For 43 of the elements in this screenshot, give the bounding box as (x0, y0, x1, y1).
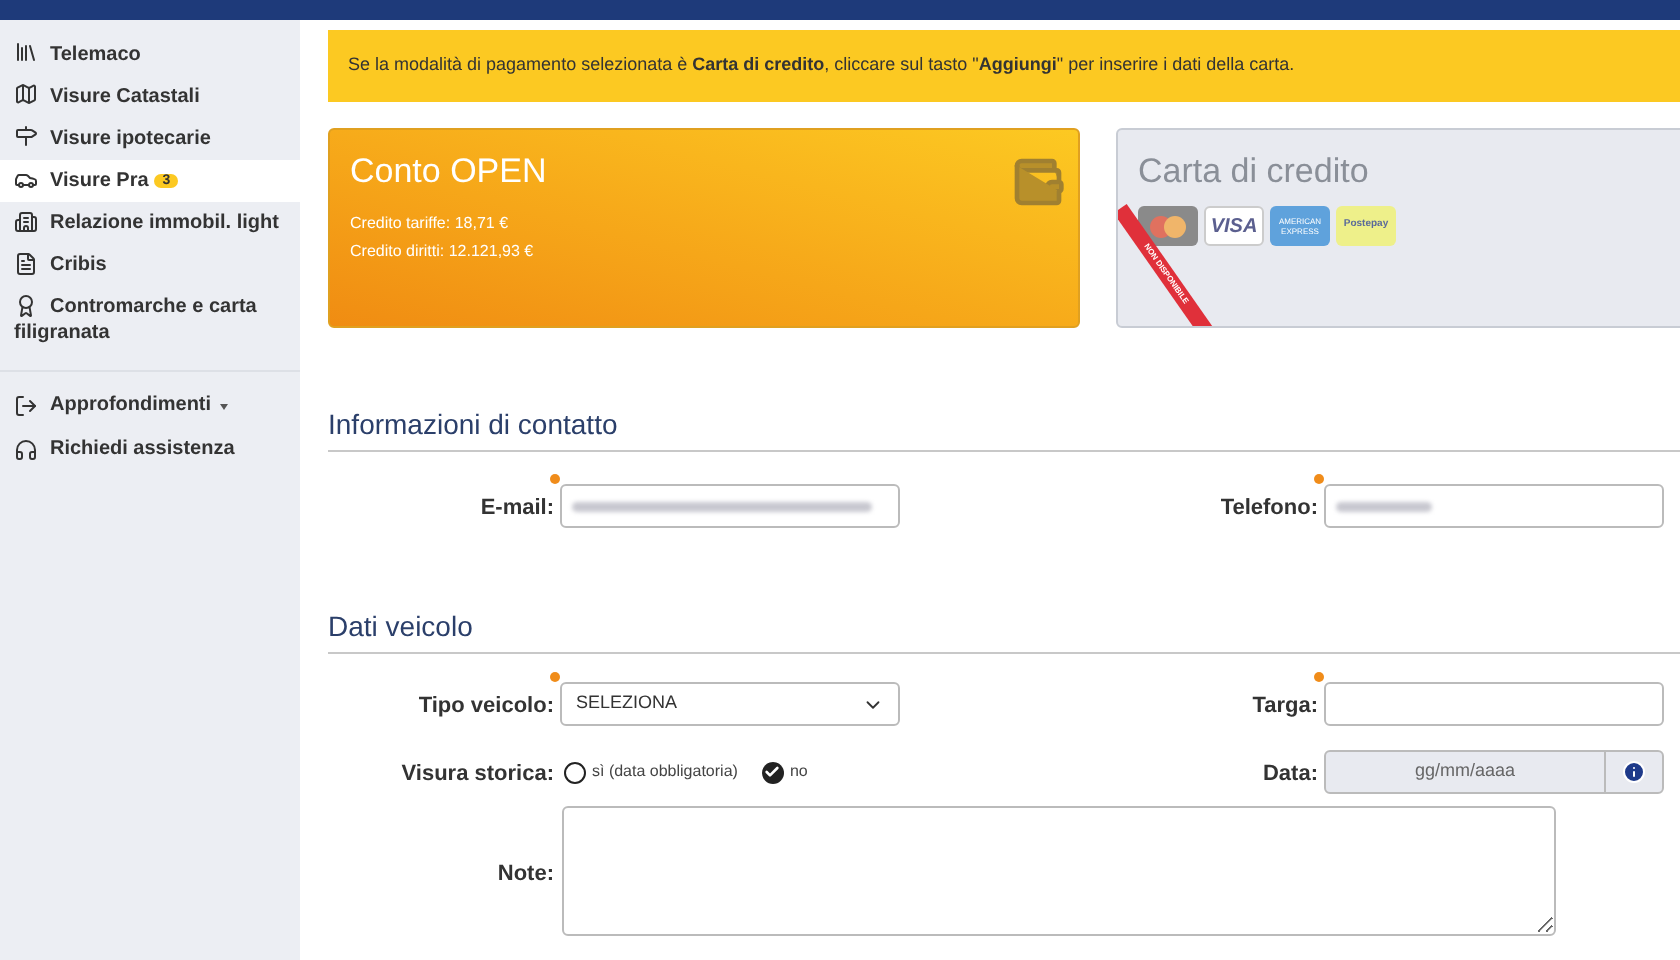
document-icon (14, 251, 38, 275)
field-label: Data: (1262, 762, 1318, 786)
mastercard-logo (1138, 206, 1198, 246)
books-icon (14, 40, 38, 65)
sidebar-item[interactable]: Richiedi assistenza (0, 428, 300, 473)
headset-icon (14, 438, 38, 463)
card-title: Conto OPEN (350, 150, 547, 194)
field-label: Visura storica: (401, 762, 554, 786)
signpost-icon (14, 124, 38, 149)
seal-icon (14, 293, 38, 317)
credit-line: Credito tariffe: 18,71 € (350, 212, 511, 236)
card-title: Carta di credito (1138, 150, 1369, 194)
notes-field[interactable] (562, 806, 1556, 936)
wallet-icon (1010, 154, 1066, 210)
section-heading: Informazioni di contatto (328, 404, 1680, 452)
radio-label: sì (data obbligatoria) (592, 760, 738, 784)
sidebar-item[interactable]: Relazione immobil. light (0, 202, 300, 245)
exit-icon (14, 394, 38, 419)
field-label: E-mail: (480, 496, 554, 520)
credit-line: Credito diritti: 12.121,93 € (350, 240, 536, 264)
field-label: Tipo veicolo: (418, 694, 554, 718)
sidebar-item[interactable]: Visure Catastali (0, 76, 300, 118)
input-field[interactable] (1324, 682, 1664, 726)
field-label: Note: (497, 861, 554, 885)
section-heading: Dati veicolo (328, 606, 1680, 654)
visa-logo: VISA (1204, 206, 1264, 246)
sidebar-item[interactable]: Cribis (0, 244, 300, 287)
notice-text: Se la modalità di pagamento selezionata è Carta di credito, cliccare sul tasto "Aggiungi" per inserire i dati della carta. (348, 52, 1295, 79)
sidebar-item[interactable]: Contromarche e carta filigranata (0, 286, 300, 355)
input-field[interactable] (560, 484, 900, 528)
radio-label: no (789, 760, 808, 784)
field-label: Targa: (1252, 694, 1318, 718)
radio-button[interactable] (761, 761, 784, 783)
sidebar-item[interactable]: Telemaco (0, 34, 300, 76)
radio-button[interactable] (564, 761, 586, 783)
vehicle-type-select[interactable]: SELEZIONA (560, 682, 900, 726)
info-icon (1622, 760, 1646, 784)
sidebar-item[interactable]: Visure ipotecarie (0, 118, 300, 160)
field-label: Telefono: (1220, 496, 1318, 520)
map-icon (14, 82, 38, 107)
building-icon (14, 209, 38, 233)
input-field[interactable] (1324, 484, 1664, 528)
sidebar-item[interactable]: Approfondimenti (0, 384, 300, 429)
